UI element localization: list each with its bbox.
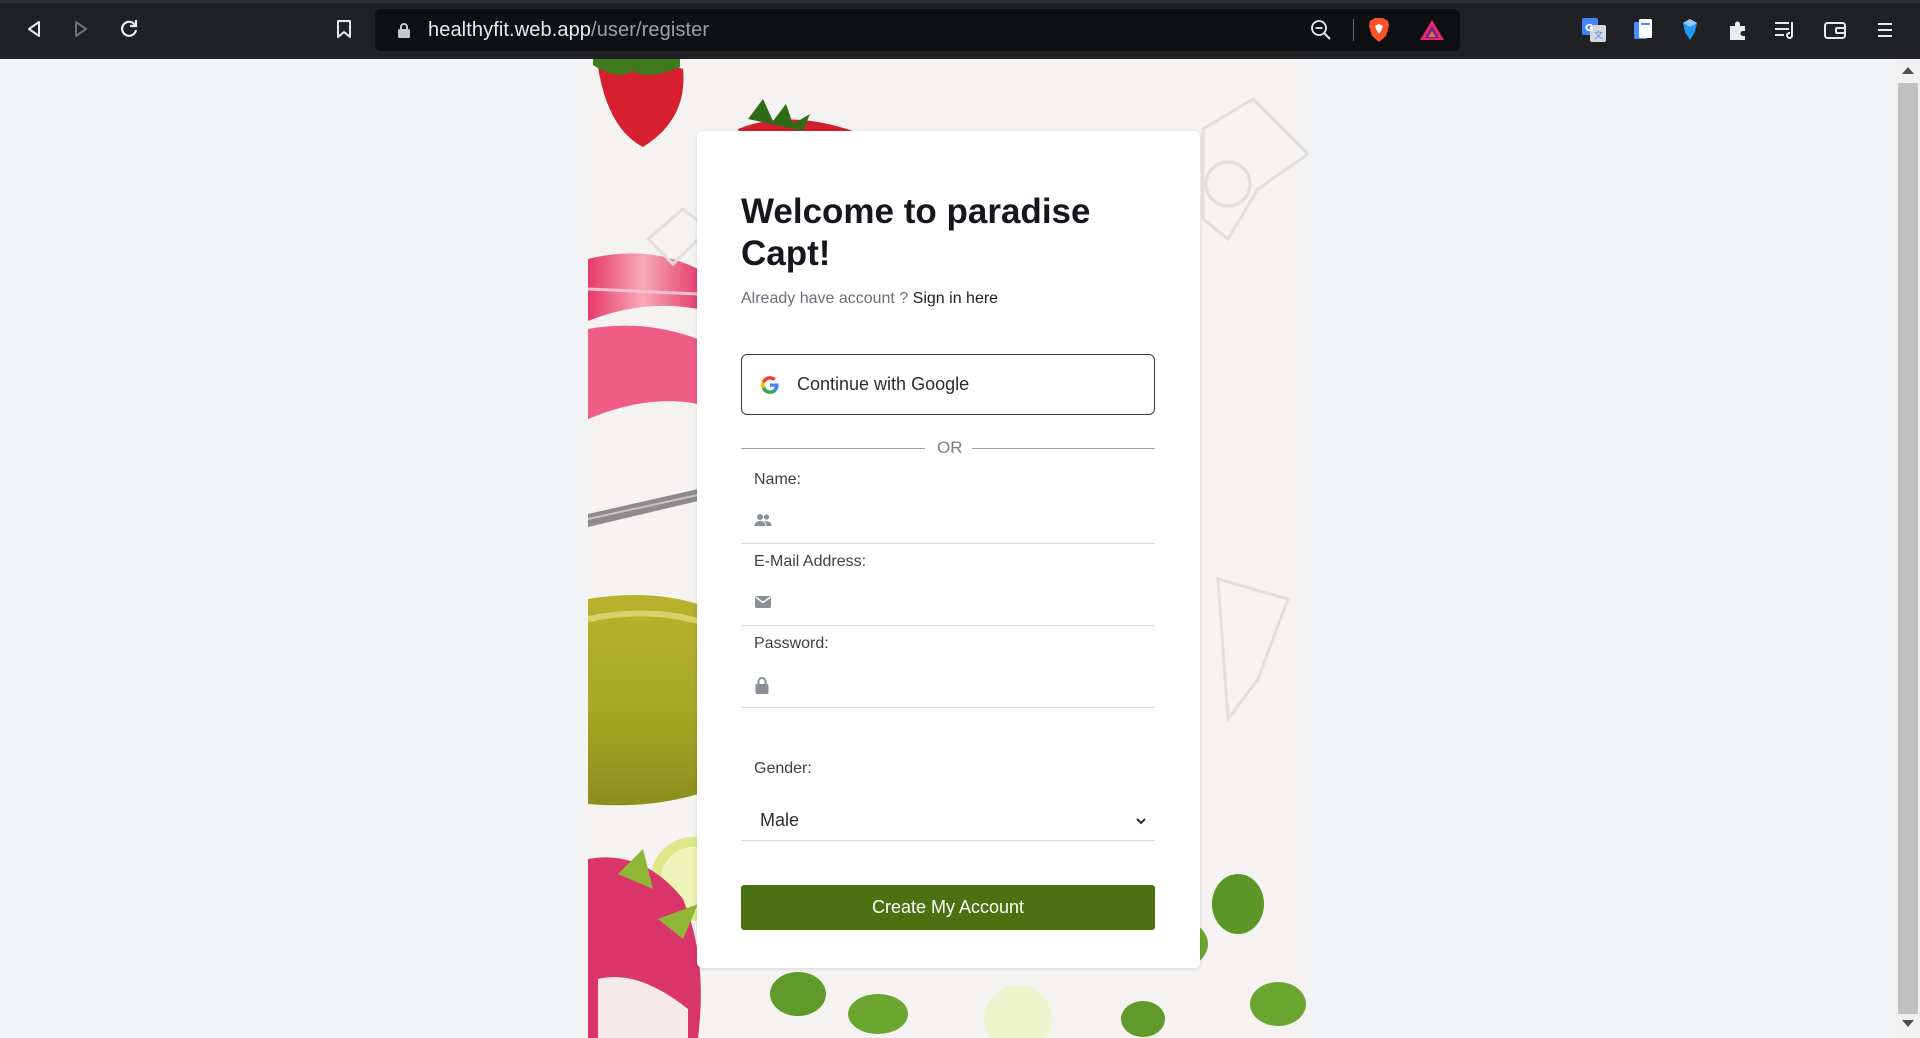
password-field[interactable]	[741, 664, 1155, 708]
url-path: /user/register	[591, 19, 710, 41]
name-label: Name:	[754, 471, 802, 488]
password-label: Password:	[754, 635, 829, 652]
scrollbar-thumb[interactable]	[1898, 83, 1918, 1014]
menu-button[interactable]	[1871, 16, 1899, 44]
address-bar[interactable]: healthyfit.web.app/user/register	[375, 9, 1460, 51]
google-translate-button[interactable]: G文	[1580, 16, 1608, 44]
or-text: OR	[937, 438, 963, 457]
playlist-icon	[1775, 22, 1793, 39]
name-field[interactable]	[741, 500, 1155, 544]
gender-select[interactable]: Male	[741, 801, 1155, 841]
zoom-icon[interactable]	[1310, 19, 1332, 41]
svg-text:G: G	[1585, 23, 1593, 34]
reload-button[interactable]	[114, 14, 144, 44]
menu-icon	[1878, 23, 1892, 37]
lock-icon	[755, 677, 769, 694]
users-icon	[754, 514, 772, 526]
url-text[interactable]: healthyfit.web.app/user/register	[428, 19, 709, 42]
already-have-account-text: Already have account ?	[741, 290, 909, 307]
password-input[interactable]	[785, 670, 1145, 702]
page-viewport: Welcome to paradise Capt! Already have a…	[0, 59, 1896, 1038]
wallet-icon	[1824, 22, 1846, 39]
divider-line-left	[741, 448, 925, 449]
files-extension-button[interactable]	[1629, 16, 1657, 44]
bookmark-icon	[337, 20, 351, 38]
url-divider	[1353, 19, 1354, 41]
extensions-button[interactable]	[1724, 16, 1752, 44]
google-button-label: Continue with Google	[797, 374, 970, 394]
sign-in-link[interactable]: Sign in here	[913, 290, 998, 307]
browser-toolbar: healthyfit.web.app/user/register G文	[0, 0, 1920, 59]
email-field[interactable]	[741, 582, 1155, 626]
or-divider: OR	[741, 438, 1155, 458]
gem-extension-button[interactable]	[1676, 16, 1704, 44]
brave-rewards-icon[interactable]	[1419, 19, 1445, 41]
forward-icon	[75, 21, 87, 37]
back-icon	[28, 21, 40, 37]
google-logo-icon	[761, 376, 779, 394]
wallet-button[interactable]	[1821, 16, 1849, 44]
signin-prompt: Already have account ? Sign in here	[741, 290, 998, 308]
email-input[interactable]	[785, 588, 1145, 620]
back-button[interactable]	[19, 14, 49, 44]
files-extension-icon	[1634, 19, 1652, 39]
register-card: Welcome to paradise Capt! Already have a…	[697, 131, 1200, 968]
chevron-down-icon	[1136, 818, 1146, 825]
extensions-puzzle-icon	[1730, 21, 1745, 40]
bookmark-button[interactable]	[329, 14, 359, 44]
envelope-icon	[755, 596, 771, 608]
scroll-down-arrow-icon[interactable]	[1902, 1020, 1914, 1027]
svg-text:文: 文	[1594, 29, 1603, 41]
gender-selected-value: Male	[760, 810, 800, 830]
create-account-button[interactable]: Create My Account	[741, 885, 1155, 930]
continue-with-google-button[interactable]: Continue with Google	[741, 354, 1155, 415]
gem-extension-icon	[1683, 19, 1697, 40]
lock-icon	[398, 23, 410, 38]
forward-button[interactable]	[66, 14, 96, 44]
page-title: Welcome to paradise Capt!	[741, 192, 1091, 273]
url-host: healthyfit.web.app	[428, 19, 592, 41]
divider-line-right	[972, 448, 1155, 449]
scroll-up-arrow-icon[interactable]	[1902, 67, 1914, 74]
playlist-button[interactable]	[1771, 16, 1799, 44]
name-input[interactable]	[785, 506, 1145, 538]
reload-icon	[121, 20, 138, 37]
page-scrollbar[interactable]	[1896, 59, 1920, 1038]
brave-shields-icon[interactable]	[1367, 17, 1391, 43]
gender-label: Gender:	[754, 760, 812, 777]
email-label: E-Mail Address:	[754, 553, 867, 570]
google-translate-icon: G文	[1582, 18, 1606, 42]
tab-strip	[0, 0, 1920, 3]
